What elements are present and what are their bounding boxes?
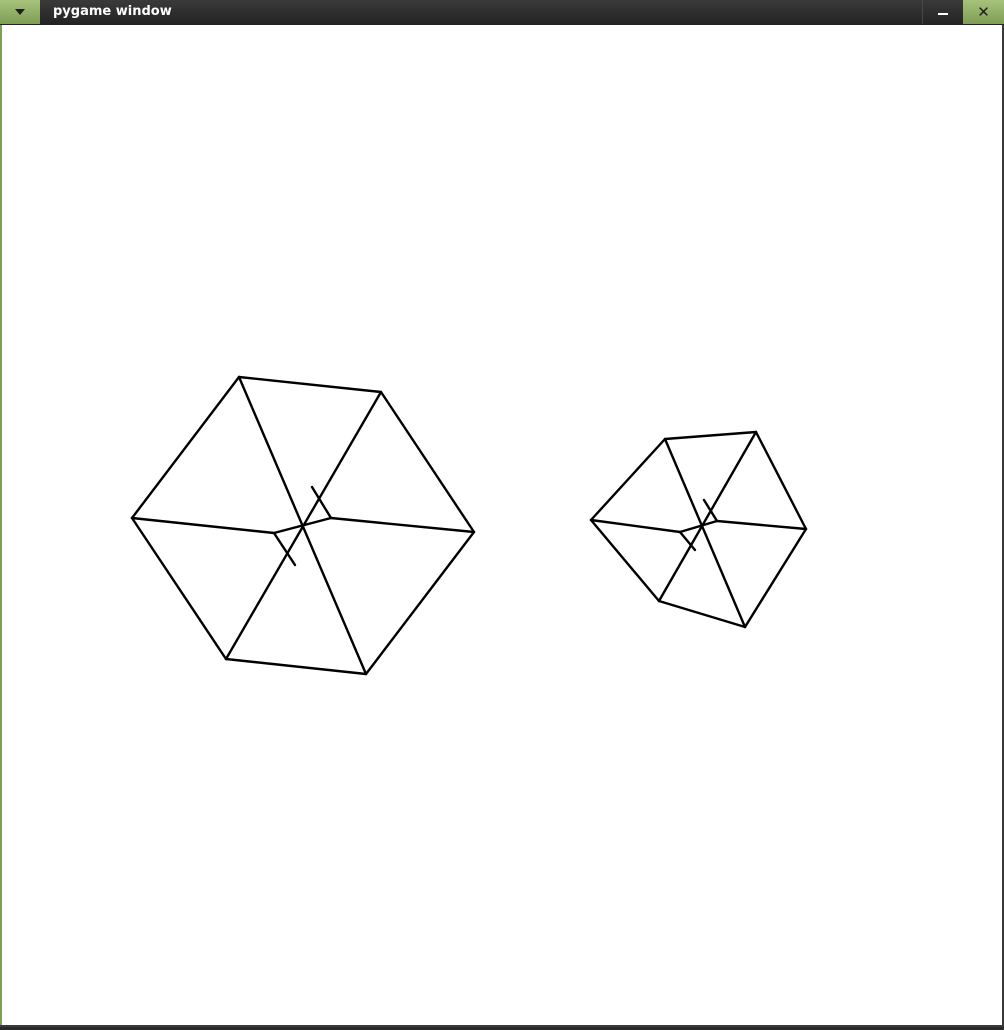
cube-edge [329, 516, 476, 534]
cube-edge [130, 516, 276, 535]
cube-edge [715, 519, 808, 531]
cube-edge [224, 657, 368, 676]
cube-edge [130, 516, 228, 661]
cube-edge [310, 485, 333, 520]
cube-edge [663, 437, 747, 629]
game-canvas[interactable] [2, 25, 1002, 1025]
wireframe-cube-large [130, 375, 476, 676]
minimize-icon [938, 12, 948, 15]
window-menu-button[interactable] [0, 0, 40, 24]
cube-edge [754, 430, 808, 531]
window-title: pygame window [53, 4, 172, 19]
cube-edge [657, 599, 747, 629]
cube-edge [224, 390, 383, 661]
cube-edge [130, 375, 241, 520]
cube-edge [589, 518, 682, 534]
cube-edge [364, 530, 476, 676]
wireframe-cube-small [589, 430, 808, 629]
cube-edge [589, 518, 661, 603]
minimize-button[interactable] [922, 0, 963, 24]
cube-edge [589, 437, 667, 522]
close-button[interactable]: ✕ [963, 0, 1004, 24]
cube-edge [743, 527, 808, 629]
cube-edge [237, 375, 383, 394]
cube-edge [663, 430, 758, 441]
close-icon: ✕ [977, 3, 990, 21]
chevron-down-icon [15, 9, 25, 15]
canvas-drawing [130, 375, 808, 676]
cube-edge [379, 390, 476, 534]
pygame-window: pygame window ✕ [0, 0, 1004, 1027]
title-bar[interactable]: pygame window ✕ [0, 0, 1004, 26]
